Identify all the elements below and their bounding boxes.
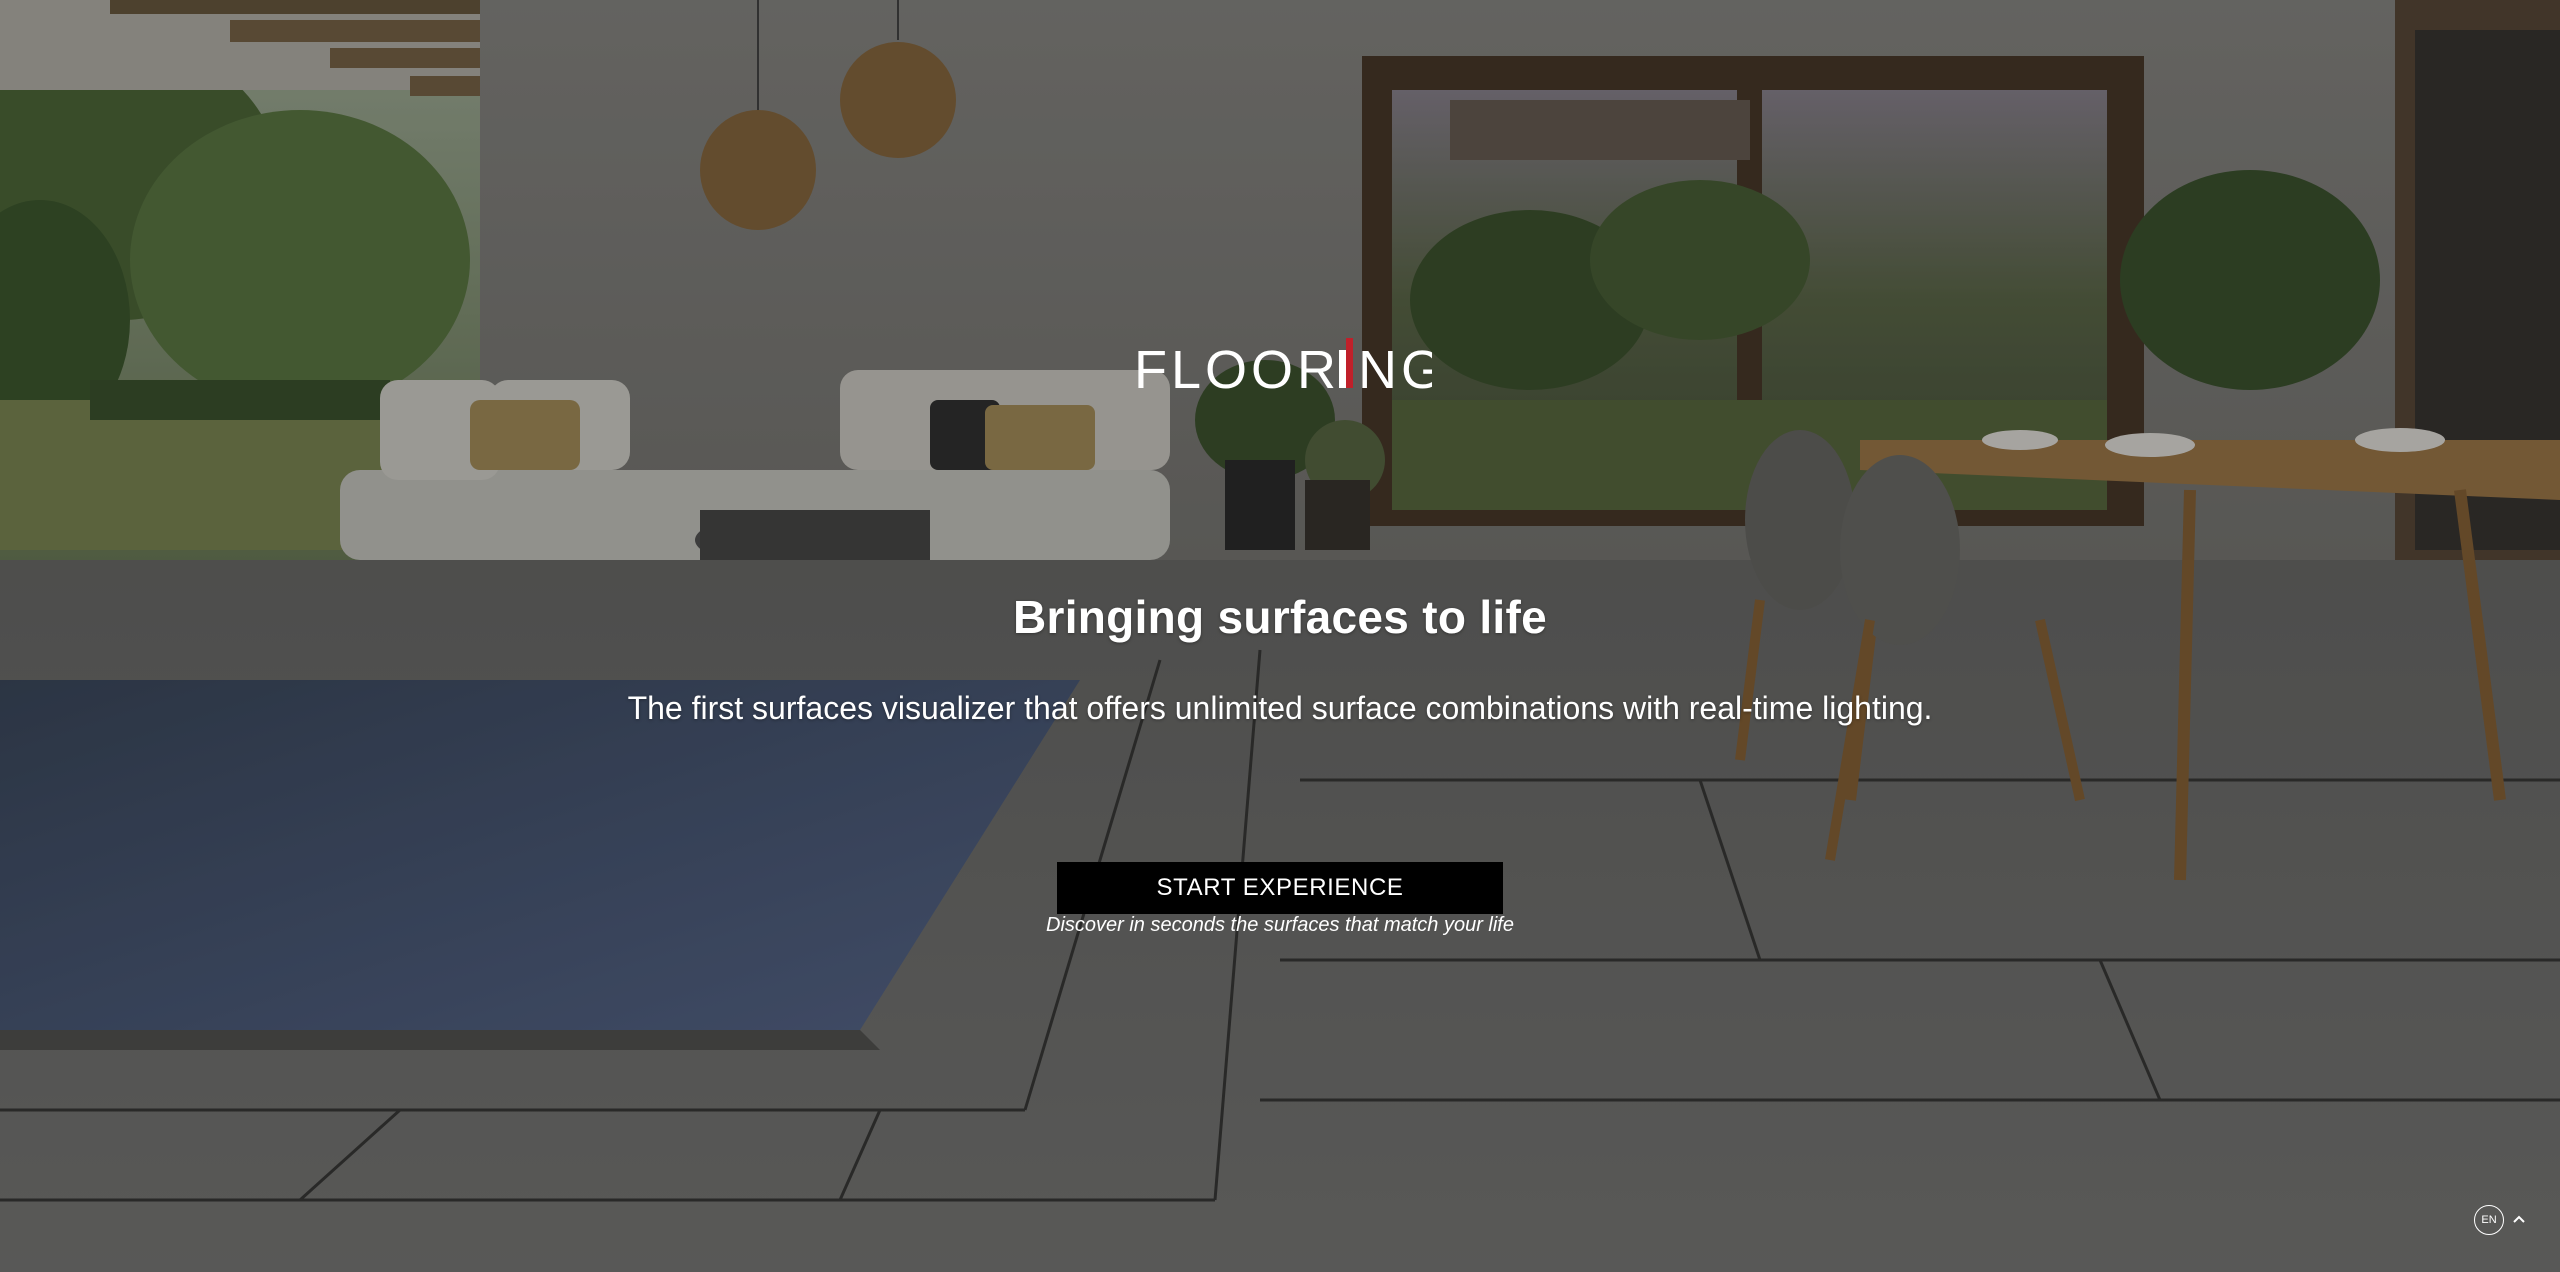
- landing-page: FLOOR NG Bringing surfaces to life The f…: [0, 0, 2560, 1272]
- hero-subline: The first surfaces visualizer that offer…: [627, 690, 1933, 726]
- flooring-logo: FLOOR NG: [1134, 338, 1432, 396]
- svg-text:FLOOR: FLOOR: [1134, 340, 1340, 396]
- chevron-up-icon: [2513, 1215, 2525, 1223]
- cta-note: Discover in seconds the surfaces that ma…: [1046, 914, 1514, 936]
- svg-text:NG: NG: [1358, 340, 1432, 396]
- start-experience-button[interactable]: START EXPERIENCE: [1057, 862, 1503, 914]
- language-current: EN: [2474, 1205, 2504, 1235]
- language-selector[interactable]: EN: [2474, 1205, 2526, 1235]
- hero-headline: Bringing surfaces to life: [1012, 591, 1548, 643]
